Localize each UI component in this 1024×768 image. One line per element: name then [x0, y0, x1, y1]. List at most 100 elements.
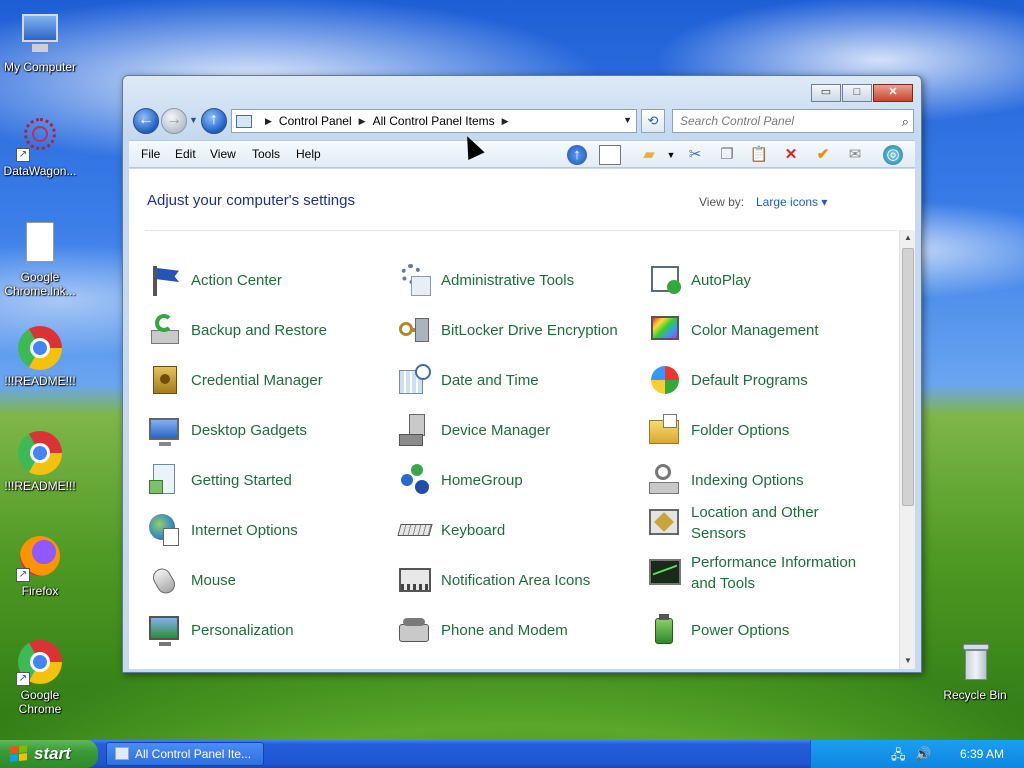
cp-item-label: Color Management — [691, 321, 819, 339]
cp-item-indexing-options[interactable]: Indexing Options — [647, 462, 887, 498]
menu-file[interactable]: File — [141, 147, 160, 161]
view-by-dropdown[interactable]: Large icons ▾ — [756, 195, 827, 209]
keyboard-icon — [397, 512, 433, 548]
desktop-icon-google-chrome[interactable]: ↗ Google Chrome — [0, 638, 80, 716]
taskbar-button-control-panel[interactable]: All Control Panel Ite... — [106, 742, 264, 766]
cp-item-administrative-tools[interactable]: Administrative Tools — [397, 262, 637, 298]
network-icon[interactable]: 🖧 — [891, 746, 906, 768]
back-button[interactable]: ← — [133, 108, 159, 134]
cp-item-power-options[interactable]: Power Options — [647, 612, 887, 648]
arrow-left-icon: ← — [138, 111, 154, 128]
up-folder-icon[interactable]: ↑ — [567, 145, 587, 165]
backup-icon — [147, 312, 183, 348]
cp-item-color-management[interactable]: Color Management — [647, 312, 887, 348]
notification-area-icon — [397, 562, 433, 598]
address-bar[interactable]: ▶ Control Panel ▶ All Control Panel Item… — [231, 109, 637, 133]
cp-item-device-manager[interactable]: Device Manager — [397, 412, 637, 448]
cp-item-credential-manager[interactable]: Credential Manager — [147, 362, 387, 398]
properties-icon[interactable]: ✉ — [845, 145, 865, 165]
cp-item-location-sensors[interactable]: Location and Other Sensors — [647, 502, 887, 544]
cp-item-keyboard[interactable]: Keyboard — [397, 512, 637, 548]
calendar-clock-icon — [397, 362, 433, 398]
up-button[interactable]: ↑ — [201, 108, 227, 134]
cp-item-phone-and-modem[interactable]: Phone and Modem — [397, 612, 637, 648]
start-label: start — [34, 744, 71, 763]
cp-item-label: Administrative Tools — [441, 271, 575, 289]
chrome-icon — [16, 324, 64, 372]
menu-help[interactable]: Help — [296, 147, 321, 161]
menu-tools[interactable]: Tools — [252, 147, 280, 161]
cp-item-homegroup[interactable]: HomeGroup — [397, 462, 637, 498]
taskbar: start All Control Panel Ite... 🖧 🔊 6:39 … — [0, 740, 1024, 768]
flag-icon — [147, 262, 183, 298]
phone-icon — [397, 612, 433, 648]
desktop-icon-datawagon[interactable]: ↗ DataWagon... — [0, 114, 80, 178]
cp-item-personalization[interactable]: Personalization — [147, 612, 387, 648]
maximize-button[interactable]: □ — [842, 84, 872, 102]
desktop-icon-my-computer[interactable]: My Computer — [0, 10, 80, 74]
desktop-icon-chrome-lnk[interactable]: Google Chrome.lnk... — [0, 220, 80, 298]
cp-item-desktop-gadgets[interactable]: Desktop Gadgets — [147, 412, 387, 448]
cp-item-bitlocker[interactable]: BitLocker Drive Encryption — [397, 312, 637, 348]
scroll-up-arrow-icon[interactable]: ▲ — [900, 230, 915, 246]
close-button[interactable]: ✕ — [873, 84, 913, 102]
homegroup-icon — [397, 462, 433, 498]
minimize-button[interactable]: ▭ — [811, 84, 841, 102]
cp-item-label: Desktop Gadgets — [191, 421, 307, 439]
desktop-icon-recycle-bin[interactable]: Recycle Bin — [935, 638, 1015, 702]
cut-icon[interactable]: ✂ — [685, 145, 705, 165]
scroll-thumb[interactable] — [902, 248, 914, 506]
cp-item-label: Phone and Modem — [441, 621, 568, 639]
desktop-icon-readme-2[interactable]: !!!README!!! — [0, 429, 80, 493]
clock[interactable]: 6:39 AM — [960, 747, 1004, 761]
arrow-up-icon: ↑ — [210, 111, 218, 128]
address-dropdown-icon[interactable]: ▼ — [623, 115, 632, 125]
cp-item-label: AutoPlay — [691, 271, 752, 289]
cp-item-folder-options[interactable]: Folder Options — [647, 412, 887, 448]
desktop-icon-readme-1[interactable]: !!!README!!! — [0, 324, 80, 388]
control-panel-window: ▭ □ ✕ ← → ▼ ↑ ▶ Control Panel ▶ All Cont… — [122, 75, 922, 673]
menu-view[interactable]: View — [210, 147, 236, 161]
firefox-icon: ↗ — [16, 534, 64, 582]
copy-icon[interactable]: ❐ — [717, 145, 737, 165]
volume-icon[interactable]: 🔊 — [915, 746, 931, 762]
folders-icon[interactable]: ▰ — [639, 145, 659, 165]
cp-item-action-center[interactable]: Action Center — [147, 262, 387, 298]
preview-pane-icon[interactable] — [599, 145, 621, 165]
chevron-right-icon: ▶ — [265, 115, 272, 126]
paste-icon[interactable]: 📋 — [749, 145, 769, 165]
cp-item-internet-options[interactable]: Internet Options — [147, 512, 387, 548]
cp-item-date-and-time[interactable]: Date and Time — [397, 362, 637, 398]
cp-item-label: BitLocker Drive Encryption — [441, 321, 618, 339]
delete-icon[interactable]: ✕ — [781, 145, 801, 165]
desktop-icon-label: Firefox — [21, 584, 59, 598]
cp-item-default-programs[interactable]: Default Programs — [647, 362, 887, 398]
admin-tools-icon — [397, 262, 433, 298]
globe-icon[interactable]: ◎ — [883, 145, 903, 165]
refresh-button[interactable]: ⟲ — [641, 109, 665, 133]
cp-item-backup-and-restore[interactable]: Backup and Restore — [147, 312, 387, 348]
scroll-down-arrow-icon[interactable]: ▼ — [900, 653, 915, 669]
search-icon[interactable]: ⌕ — [902, 111, 909, 133]
datawagon-icon: ↗ — [16, 114, 64, 162]
device-manager-icon — [397, 412, 433, 448]
breadcrumb-control-panel[interactable]: Control Panel — [279, 114, 352, 128]
forward-button[interactable]: → — [161, 108, 187, 134]
start-button[interactable]: start — [0, 740, 98, 768]
cp-item-notification-area[interactable]: Notification Area Icons — [397, 562, 637, 598]
breadcrumb-all-items[interactable]: All Control Panel Items — [373, 114, 495, 128]
views-dropdown-icon[interactable]: ▼ — [661, 145, 681, 165]
search-input[interactable]: Search Control Panel ⌕ — [672, 109, 914, 133]
menu-edit[interactable]: Edit — [175, 147, 196, 161]
cp-item-getting-started[interactable]: Getting Started — [147, 462, 387, 498]
checkmark-icon[interactable]: ✔ — [813, 145, 833, 165]
indexing-icon — [647, 462, 683, 498]
control-panel-content: Adjust your computer's settings View by:… — [129, 169, 915, 669]
recent-pages-dropdown[interactable]: ▼ — [189, 115, 198, 125]
refresh-icon: ⟲ — [647, 113, 659, 128]
desktop-icon-firefox[interactable]: ↗ Firefox — [0, 534, 80, 598]
vertical-scrollbar[interactable]: ▲ ▼ — [899, 230, 915, 669]
cp-item-mouse[interactable]: Mouse — [147, 562, 387, 598]
cp-item-autoplay[interactable]: AutoPlay — [647, 262, 887, 298]
cp-item-performance[interactable]: Performance Information and Tools — [647, 552, 887, 594]
